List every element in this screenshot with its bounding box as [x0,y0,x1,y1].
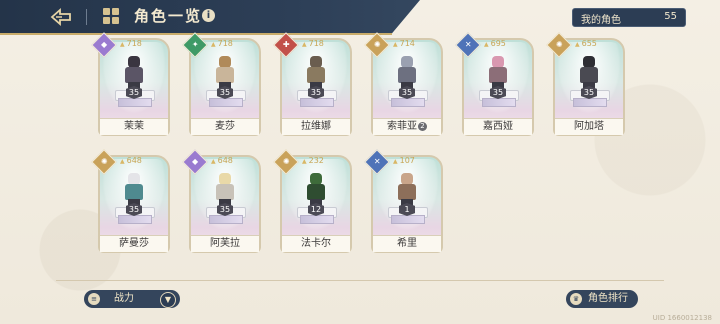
character-name: 阿加塔 [574,121,604,132]
character-card[interactable]: ✚ 718 35 拉维娜 [273,32,352,136]
character-sprite [486,56,510,90]
character-name-plate: 麦莎 [191,118,259,135]
power-value: 718 [302,39,324,48]
character-sprite [395,56,419,90]
user-id: UID 1660012138 [652,314,712,322]
element-glyph: ✺ [373,39,381,49]
power-value: 232 [302,156,324,165]
element-glyph: ✕ [464,39,472,49]
character-sprite [304,56,328,90]
character-name: 法卡尔 [301,238,331,249]
header-separator [86,9,87,25]
character-name: 拉维娜 [301,121,331,132]
character-name-plate: 法卡尔 [282,235,350,252]
character-name: 麦莎 [215,121,235,132]
character-card[interactable]: ✺ 655 35 阿加塔 [546,32,625,136]
counter-value: 55 [664,11,677,22]
character-name: 萨曼莎 [119,238,149,249]
character-name: 阿芙拉 [210,238,240,249]
power-value: 648 [120,156,142,165]
character-card[interactable]: ◆ 648 35 阿芙拉 [182,149,261,253]
element-glyph: ✺ [100,156,108,166]
character-card[interactable]: ◆ 718 35 茉茉 [91,32,170,136]
character-name-plate: 阿加塔 [555,118,623,135]
crown-icon: ♛ [570,293,582,305]
character-card[interactable]: ✕ 695 35 嘉西娅 [455,32,534,136]
character-sprite [122,56,146,90]
character-sprite [395,173,419,207]
character-card[interactable]: ✺ 648 35 萨曼莎 [91,149,170,253]
grid-menu-icon[interactable] [103,8,119,24]
back-button[interactable] [48,5,74,29]
character-sprite [122,173,146,207]
page-title: 角色一览 [134,7,203,25]
sort-label: 战力 [114,293,134,304]
power-value: 718 [211,39,233,48]
character-card[interactable]: ✦ 718 35 麦莎 [182,32,261,136]
character-name: 索菲亚 [387,121,417,132]
character-name-plate: 拉维娜 [282,118,350,135]
character-name: 嘉西娅 [483,121,513,132]
character-sprite [304,173,328,207]
character-name-plate: 阿芙拉 [191,235,259,252]
element-glyph: ✕ [373,156,381,166]
character-sprite [577,56,601,90]
character-card[interactable]: ✺ 232 12 法卡尔 [273,149,352,253]
character-name-plate: 嘉西娅 [464,118,532,135]
ranking-label: 角色排行 [588,293,628,304]
character-name-plate: 希里 [373,235,441,252]
counter-label: 我的角色 [581,15,621,26]
power-value: 718 [120,39,142,48]
sort-icon: ≡ [88,293,100,305]
character-sprite [213,56,237,90]
character-name-plate: 茉茉 [100,118,168,135]
power-value: 648 [211,156,233,165]
power-value: 655 [575,39,597,48]
element-glyph: ◆ [100,40,108,49]
power-value: 695 [484,39,506,48]
info-icon[interactable]: i [202,9,215,22]
character-card[interactable]: ✕ 107 1 希里 [364,149,443,253]
character-ranking-button[interactable]: ♛ 角色排行 [566,290,638,308]
character-name: 希里 [397,238,417,249]
element-glyph: ◆ [191,157,199,166]
character-name-plate: 萨曼莎 [100,235,168,252]
character-card[interactable]: ✺ 714 35 索菲亚2 [364,32,443,136]
character-sprite [213,173,237,207]
filter-button[interactable]: ▼ [160,292,176,308]
element-glyph: ✚ [282,39,290,49]
element-glyph: ✺ [555,39,563,49]
element-glyph: ✺ [282,156,290,166]
element-glyph: ✦ [191,39,199,49]
power-value: 107 [393,156,415,165]
character-counter: 我的角色 55 [572,8,686,27]
back-arrow-icon [50,8,71,26]
character-name: 茉茉 [124,121,144,132]
bottom-divider [56,280,664,281]
awakening-icon: 2 [418,122,427,131]
power-value: 714 [393,39,415,48]
character-name-plate: 索菲亚 2 [373,118,441,135]
